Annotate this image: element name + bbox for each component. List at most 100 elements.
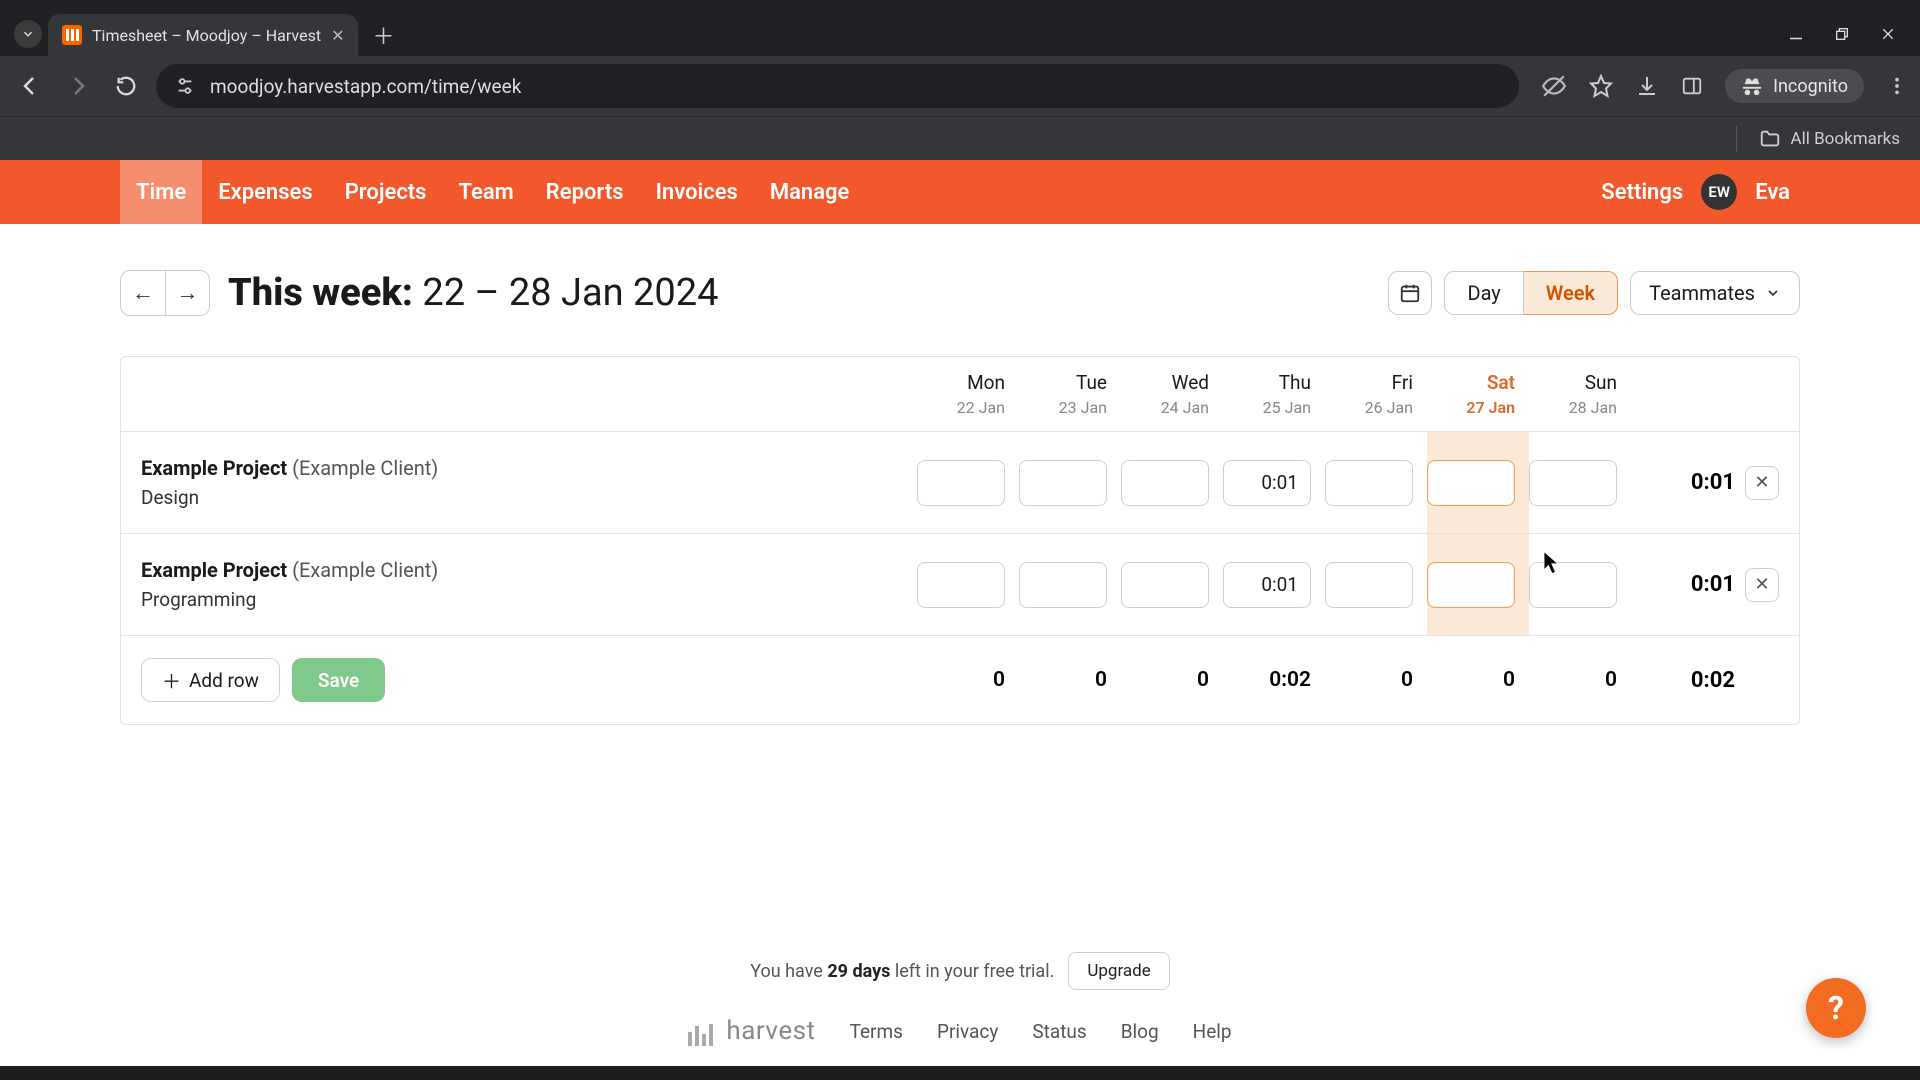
- time-input[interactable]: [1223, 562, 1311, 608]
- day-date: 23 Jan: [1019, 398, 1107, 417]
- prev-week-button[interactable]: ←: [121, 271, 165, 315]
- nav-settings[interactable]: Settings: [1601, 180, 1683, 205]
- row-total: 0:01: [1631, 572, 1741, 597]
- incognito-chip[interactable]: Incognito: [1725, 69, 1864, 103]
- table-footer: ＋ Add row Save 0 0 0 0:02 0 0 0 0:02: [121, 636, 1799, 724]
- browser-toolbar: moodjoy.harvestapp.com/time/week Incogni…: [0, 56, 1920, 116]
- nav-expenses[interactable]: Expenses: [202, 160, 329, 224]
- footer-link-privacy[interactable]: Privacy: [937, 1020, 998, 1043]
- time-input[interactable]: [1121, 562, 1209, 608]
- nav-back-icon[interactable]: [12, 68, 48, 104]
- teammates-dropdown[interactable]: Teammates: [1630, 271, 1800, 315]
- address-bar[interactable]: moodjoy.harvestapp.com/time/week: [156, 64, 1519, 108]
- nav-time[interactable]: Time: [120, 160, 202, 224]
- nav-username[interactable]: Eva: [1755, 180, 1790, 205]
- incognito-icon: [1741, 75, 1763, 97]
- nav-projects[interactable]: Projects: [329, 160, 443, 224]
- week-nav: ← →: [120, 270, 210, 316]
- day-date: 24 Jan: [1121, 398, 1209, 417]
- upgrade-button[interactable]: Upgrade: [1068, 952, 1169, 990]
- row-total: 0:01: [1631, 470, 1741, 495]
- footer-logo: harvest: [688, 1016, 815, 1046]
- bookmarks-bar: All Bookmarks: [0, 116, 1920, 160]
- help-fab[interactable]: ?: [1806, 978, 1866, 1038]
- browser-tabstrip: Timesheet – Moodjoy – Harvest ✕ ＋: [0, 0, 1920, 56]
- client-name: (Example Client): [292, 558, 438, 582]
- day-date: 28 Jan: [1529, 398, 1617, 417]
- bookmark-star-icon[interactable]: [1589, 74, 1613, 98]
- grand-total: 0:02: [1631, 668, 1741, 693]
- browser-tab-active[interactable]: Timesheet – Moodjoy – Harvest ✕: [48, 14, 358, 56]
- time-input[interactable]: [917, 460, 1005, 506]
- calendar-button[interactable]: [1388, 271, 1432, 315]
- table-header: Mon22 Jan Tue23 Jan Wed24 Jan Thu25 Jan …: [121, 357, 1799, 432]
- col-total-sat: 0: [1427, 668, 1529, 692]
- window-restore-icon[interactable]: [1832, 24, 1852, 44]
- time-input[interactable]: [1529, 562, 1617, 608]
- footer-link-help[interactable]: Help: [1193, 1020, 1232, 1043]
- day-name: Fri: [1325, 371, 1413, 394]
- nav-team[interactable]: Team: [443, 160, 530, 224]
- new-tab-button[interactable]: ＋: [368, 20, 398, 50]
- time-input[interactable]: [1325, 562, 1413, 608]
- time-input[interactable]: [1019, 562, 1107, 608]
- day-date: 26 Jan: [1325, 398, 1413, 417]
- col-total-thu: 0:02: [1223, 668, 1325, 692]
- avatar[interactable]: EW: [1701, 174, 1737, 210]
- timesheet-table: Mon22 Jan Tue23 Jan Wed24 Jan Thu25 Jan …: [120, 356, 1800, 725]
- delete-row-button[interactable]: ✕: [1745, 466, 1779, 500]
- time-input[interactable]: [1427, 460, 1515, 506]
- next-week-button[interactable]: →: [165, 271, 209, 315]
- time-input[interactable]: [1019, 460, 1107, 506]
- site-controls-icon[interactable]: [174, 75, 196, 97]
- nav-manage[interactable]: Manage: [754, 160, 866, 224]
- window-close-icon[interactable]: [1878, 24, 1898, 44]
- browser-menu-icon[interactable]: [1886, 75, 1908, 97]
- day-header-fri: Fri 26 Jan: [1325, 371, 1427, 417]
- tab-search-caret[interactable]: [14, 20, 42, 48]
- sidepanel-icon[interactable]: [1681, 75, 1703, 97]
- time-input[interactable]: [1529, 460, 1617, 506]
- time-input[interactable]: [1427, 562, 1515, 608]
- day-name: Wed: [1121, 371, 1209, 394]
- window-minimize-icon[interactable]: [1786, 24, 1806, 44]
- url-text: moodjoy.harvestapp.com/time/week: [210, 75, 521, 98]
- task-name: Design: [141, 486, 917, 509]
- eye-off-icon[interactable]: [1541, 73, 1567, 99]
- day-name: Sat: [1427, 371, 1515, 394]
- nav-forward-icon[interactable]: [60, 68, 96, 104]
- view-week-button[interactable]: Week: [1524, 271, 1618, 315]
- view-day-button[interactable]: Day: [1444, 271, 1523, 315]
- time-input[interactable]: [1223, 460, 1311, 506]
- day-header-mon: Mon22 Jan: [917, 371, 1019, 417]
- day-header-tue: Tue23 Jan: [1019, 371, 1121, 417]
- day-header-sun: Sun 28 Jan: [1529, 371, 1631, 417]
- delete-row-button[interactable]: ✕: [1745, 568, 1779, 602]
- save-button[interactable]: Save: [292, 658, 385, 702]
- col-total-fri: 0: [1325, 668, 1427, 692]
- day-name: Sun: [1529, 371, 1617, 394]
- nav-reload-icon[interactable]: [108, 68, 144, 104]
- time-input[interactable]: [1121, 460, 1209, 506]
- tab-title: Timesheet – Moodjoy – Harvest: [92, 26, 321, 45]
- harvest-logo-icon: [688, 1016, 716, 1046]
- nav-invoices[interactable]: Invoices: [640, 160, 754, 224]
- downloads-icon[interactable]: [1635, 74, 1659, 98]
- table-row: Example Project (Example Client)Programm…: [121, 534, 1799, 636]
- bookmarks-folder-icon: [1759, 128, 1781, 150]
- col-total-mon: 0: [917, 668, 1019, 692]
- nav-reports[interactable]: Reports: [530, 160, 640, 224]
- calendar-icon: [1399, 282, 1421, 304]
- all-bookmarks-link[interactable]: All Bookmarks: [1791, 129, 1900, 149]
- time-input[interactable]: [917, 562, 1005, 608]
- page-title: This week: 22 – 28 Jan 2024: [228, 271, 718, 315]
- add-row-button[interactable]: ＋ Add row: [141, 658, 280, 702]
- footer-link-blog[interactable]: Blog: [1121, 1020, 1159, 1043]
- tab-close-icon[interactable]: ✕: [331, 26, 344, 45]
- os-taskbar-sliver: [0, 1066, 1920, 1080]
- footer-link-terms[interactable]: Terms: [850, 1020, 903, 1043]
- day-name: Mon: [917, 371, 1005, 394]
- favicon-icon: [62, 25, 82, 45]
- time-input[interactable]: [1325, 460, 1413, 506]
- footer-link-status[interactable]: Status: [1032, 1020, 1086, 1043]
